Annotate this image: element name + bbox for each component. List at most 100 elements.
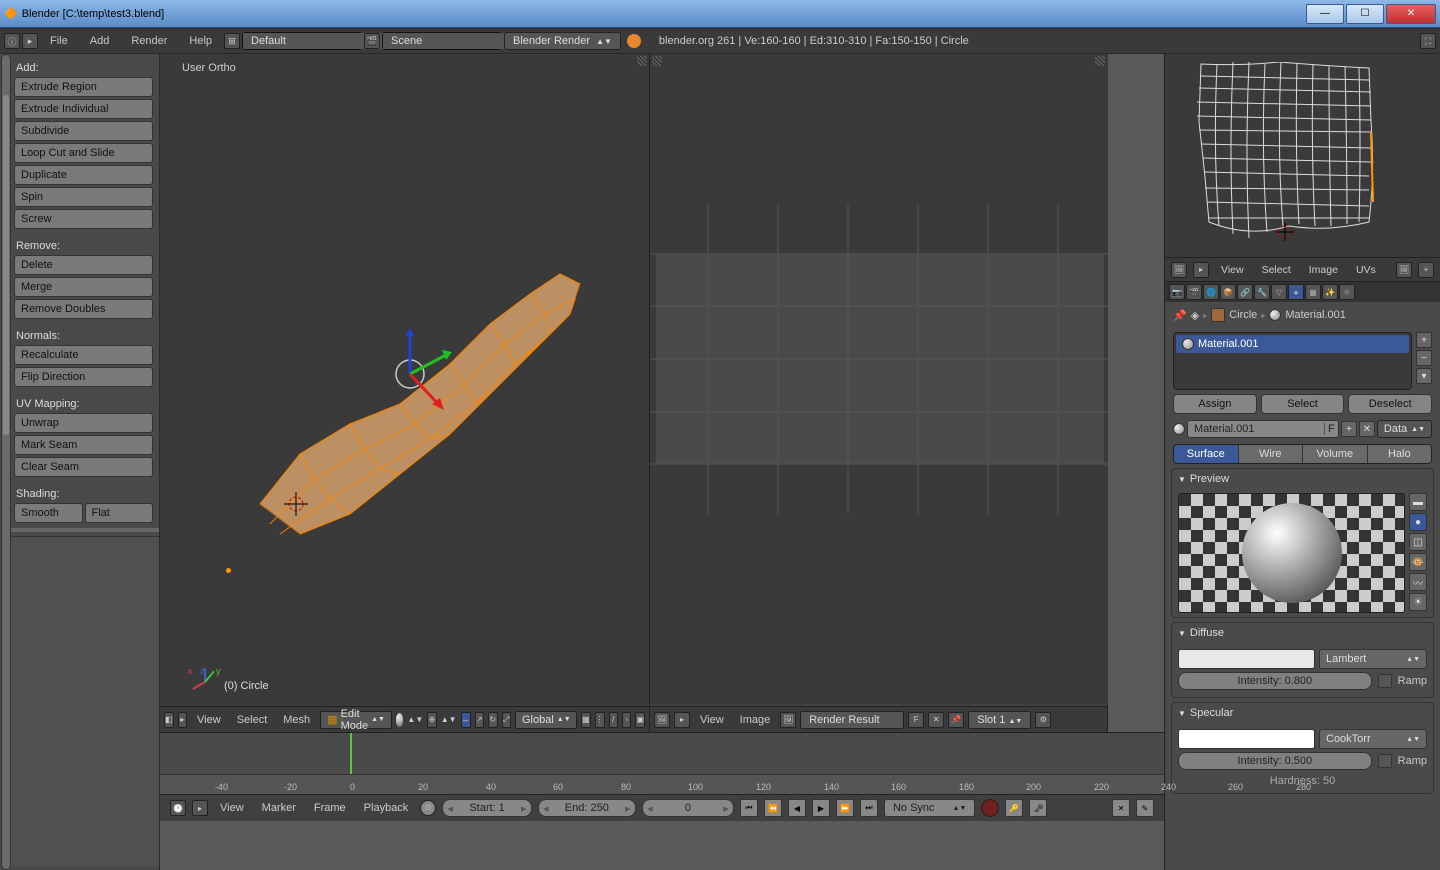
tab-material[interactable]: ●	[1288, 284, 1304, 300]
jump-end-button[interactable]: ⏭	[860, 799, 878, 817]
smooth-button[interactable]: Smooth	[14, 503, 83, 523]
flip-direction-button[interactable]: Flip Direction	[14, 367, 153, 387]
tl-frame-menu[interactable]: Frame	[308, 802, 352, 814]
menu-help[interactable]: Help	[179, 33, 222, 49]
preview-sky-icon[interactable]: ☀	[1409, 593, 1427, 611]
image-pin-icon[interactable]: 📌	[948, 712, 964, 728]
preview-hair-icon[interactable]: 〰	[1409, 573, 1427, 591]
image-editor[interactable]: 🖼 ▸ View Image 🖼 Render Result F ✕ 📌 Slo…	[650, 54, 1108, 732]
diffuse-intensity-slider[interactable]: Intensity: 0.800	[1178, 672, 1372, 690]
material-plus-button[interactable]: +	[1341, 421, 1357, 437]
duplicate-button[interactable]: Duplicate	[14, 165, 153, 185]
layers-icon[interactable]: ▦	[581, 712, 591, 728]
recalculate-button[interactable]: Recalculate	[14, 345, 153, 365]
select-vert-icon[interactable]: ⋮	[595, 712, 605, 728]
expand-header-icon[interactable]: ▸	[1193, 262, 1209, 278]
keying-edit-button[interactable]: ✎	[1136, 799, 1154, 817]
jump-prev-key-button[interactable]: ⏪	[764, 799, 782, 817]
tab-render[interactable]: 📷	[1169, 284, 1185, 300]
split-corner-icon[interactable]	[652, 56, 662, 66]
view-menu[interactable]: View	[694, 714, 730, 726]
editor-type-icon[interactable]: 🕐	[170, 800, 186, 816]
tab-world[interactable]: 🌐	[1203, 284, 1219, 300]
tab-particles[interactable]: ✨	[1322, 284, 1338, 300]
merge-button[interactable]: Merge	[14, 277, 153, 297]
manipulator-toggle[interactable]: ↔	[461, 712, 471, 728]
select-face-icon[interactable]: ▫	[622, 712, 631, 728]
record-button[interactable]	[981, 799, 999, 817]
uv-view-menu[interactable]: View	[1215, 264, 1250, 276]
image-f-button[interactable]: F	[908, 712, 924, 728]
delete-button[interactable]: Delete	[14, 255, 153, 275]
flat-button[interactable]: Flat	[85, 503, 154, 523]
mark-seam-button[interactable]: Mark Seam	[14, 435, 153, 455]
image-x-button[interactable]: ✕	[928, 712, 944, 728]
tab-wire[interactable]: Wire	[1239, 445, 1304, 463]
tl-view-menu[interactable]: View	[214, 802, 250, 814]
playhead[interactable]	[350, 733, 352, 774]
material-menu-button[interactable]: ▾	[1416, 368, 1432, 384]
assign-button[interactable]: Assign	[1173, 394, 1257, 414]
diffuse-panel-header[interactable]: ▼ Diffuse	[1172, 623, 1433, 643]
expand-header-icon[interactable]: ▸	[178, 712, 187, 728]
minimize-button[interactable]: —	[1306, 4, 1344, 24]
tab-surface[interactable]: Surface	[1174, 445, 1239, 463]
info-expand-icon[interactable]: ▸	[22, 33, 38, 49]
unwrap-button[interactable]: Unwrap	[14, 413, 153, 433]
material-slot-item[interactable]: Material.001	[1176, 335, 1409, 353]
editor-type-icon[interactable]: 🖼	[654, 712, 670, 728]
image-menu[interactable]: Image	[734, 714, 777, 726]
material-fake-user[interactable]: F	[1324, 423, 1338, 435]
tab-constraints[interactable]: 🔗	[1237, 284, 1253, 300]
preview-cube-icon[interactable]: ◫	[1409, 533, 1427, 551]
material-add-button[interactable]: +	[1416, 332, 1432, 348]
keying-x-button[interactable]: ✕	[1112, 799, 1130, 817]
editor-type-icon[interactable]: 🖼	[1171, 262, 1187, 278]
menu-render[interactable]: Render	[121, 33, 177, 49]
viewport-3d[interactable]: User Ortho	[160, 54, 650, 732]
manipulator-translate[interactable]: ↗	[475, 712, 484, 728]
spin-button[interactable]: Spin	[14, 187, 153, 207]
diffuse-shader-dropdown[interactable]: Lambert▲▼	[1319, 649, 1427, 669]
link-dropdown[interactable]: Data▲▼	[1377, 420, 1432, 438]
image-field[interactable]: Render Result	[800, 711, 904, 729]
material-name-field[interactable]: Material.001 F	[1187, 420, 1339, 438]
info-editor-icon[interactable]: ⓘ	[4, 33, 20, 49]
sync-dropdown[interactable]: No Sync ▲▼	[884, 799, 975, 817]
preview-monkey-icon[interactable]: 🐵	[1409, 553, 1427, 571]
select-menu[interactable]: Select	[231, 714, 274, 726]
start-frame-field[interactable]: ◂Start: 1▸	[442, 799, 531, 817]
tab-scene[interactable]: 🎬	[1186, 284, 1202, 300]
remove-doubles-button[interactable]: Remove Doubles	[14, 299, 153, 319]
current-frame-field[interactable]: ◂0▸	[642, 799, 734, 817]
pivot-icon[interactable]: ⊕	[427, 712, 436, 728]
preview-sphere-button[interactable]: ●	[1409, 513, 1427, 531]
image-settings-icon[interactable]: ⚙	[1035, 712, 1051, 728]
material-browse-icon[interactable]	[1173, 423, 1185, 435]
close-button[interactable]: ✕	[1386, 4, 1436, 24]
preview-panel-header[interactable]: ▼ Preview	[1172, 469, 1433, 489]
fullscreen-icon[interactable]: ⛶	[1420, 33, 1436, 49]
play-button[interactable]: ▶	[812, 799, 830, 817]
image-browse-icon[interactable]: 🖼	[780, 712, 796, 728]
diffuse-ramp-checkbox[interactable]	[1378, 674, 1392, 688]
orientation-dropdown[interactable]: Global ▲▼	[515, 711, 577, 729]
pin-icon[interactable]: 📌	[1173, 309, 1187, 322]
menu-file[interactable]: File	[40, 33, 78, 49]
play-reverse-button[interactable]: ◀	[788, 799, 806, 817]
specular-color[interactable]	[1178, 729, 1315, 749]
uv-new-icon[interactable]: +	[1418, 262, 1434, 278]
mesh-menu[interactable]: Mesh	[277, 714, 316, 726]
jump-next-key-button[interactable]: ⏩	[836, 799, 854, 817]
tab-volume[interactable]: Volume	[1303, 445, 1368, 463]
expand-header-icon[interactable]: ▸	[674, 712, 690, 728]
end-frame-field[interactable]: ◂End: 250▸	[538, 799, 636, 817]
uv-uvs-menu[interactable]: UVs	[1350, 264, 1382, 276]
tab-object[interactable]: 📦	[1220, 284, 1236, 300]
timeline-track[interactable]: -40-200204060801001201401601802002202402…	[160, 733, 1164, 795]
manipulator-scale[interactable]: ⤢	[502, 712, 511, 728]
editor-type-icon[interactable]: ◧	[164, 712, 174, 728]
subdivide-button[interactable]: Subdivide	[14, 121, 153, 141]
tab-texture[interactable]: ▦	[1305, 284, 1321, 300]
shelf-scrollbar[interactable]	[1, 54, 11, 870]
